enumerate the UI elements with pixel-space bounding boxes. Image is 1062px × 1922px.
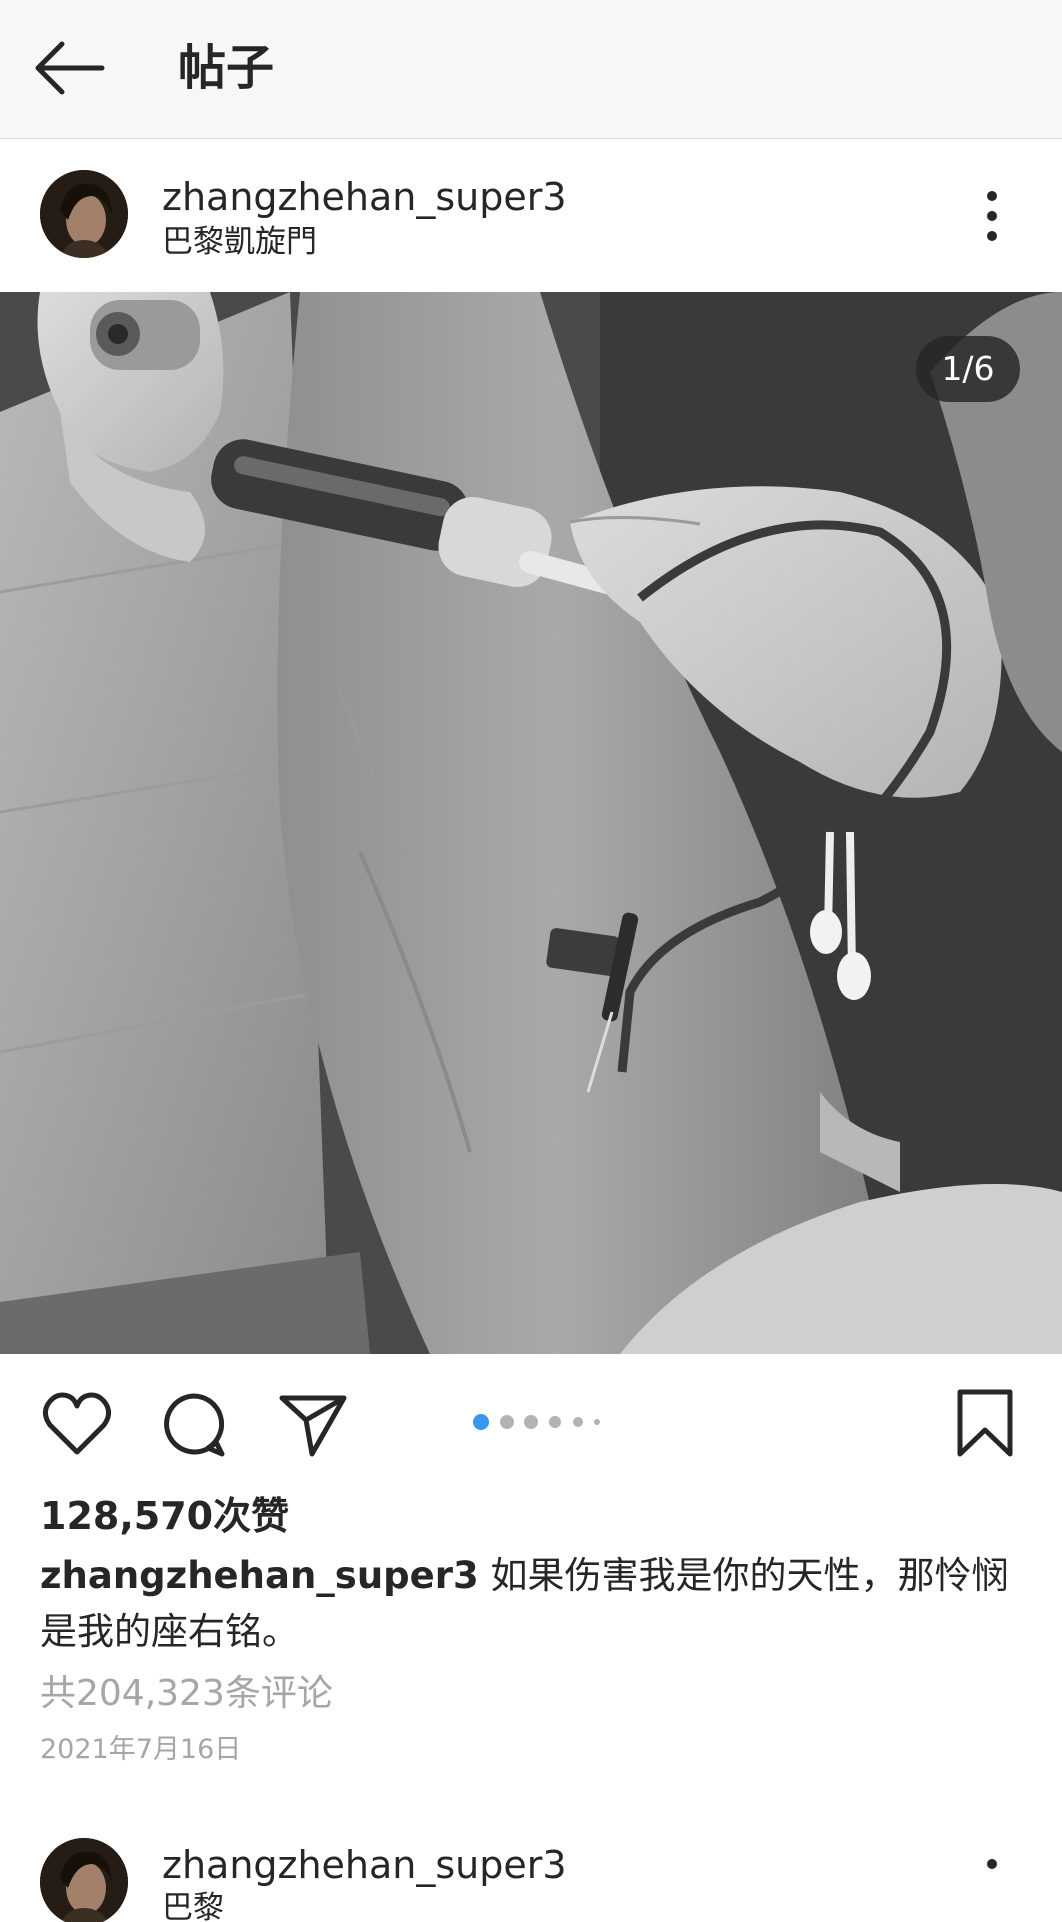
post-location[interactable]: 巴黎凱旋門 — [162, 222, 317, 262]
avatar-portrait — [40, 1838, 128, 1922]
arrow-left-icon[interactable] — [32, 38, 106, 98]
post-header: zhangzhehan_super3 巴黎凱旋門 — [0, 140, 1062, 292]
page-title: 帖子 — [178, 40, 275, 96]
avatar-portrait — [40, 170, 128, 258]
next-post-username[interactable]: zhangzhehan_super3 — [162, 1842, 567, 1888]
post-caption: zhangzhehan_super3 如果伤害我是你的天性，那怜悯是我的座右铭。 — [40, 1548, 1030, 1660]
post-date: 2021年7月16日 — [40, 1734, 242, 1765]
view-comments-link[interactable]: 共204,323条评论 — [40, 1670, 333, 1718]
blood-draw-photo — [0, 292, 1062, 1354]
avatar[interactable] — [40, 1838, 128, 1922]
avatar[interactable] — [40, 170, 128, 258]
more-options-icon[interactable] — [972, 1856, 1012, 1896]
more-options-icon[interactable] — [972, 188, 1012, 244]
post-action-bar — [0, 1354, 1062, 1484]
carousel-indicator — [473, 1414, 600, 1430]
next-post-location[interactable]: 巴黎 — [162, 1888, 224, 1922]
likes-count[interactable]: 128,570次赞 — [40, 1492, 289, 1540]
bookmark-icon[interactable] — [952, 1388, 1018, 1460]
image-counter-badge: 1/6 — [916, 336, 1020, 402]
caption-username[interactable]: zhangzhehan_super3 — [40, 1554, 479, 1597]
next-post-header: zhangzhehan_super3 巴黎 — [0, 1810, 1062, 1922]
share-icon[interactable] — [276, 1388, 350, 1460]
post-username[interactable]: zhangzhehan_super3 — [162, 174, 567, 220]
heart-icon[interactable] — [40, 1388, 114, 1460]
post-photo[interactable]: 1/6 — [0, 292, 1062, 1354]
top-app-bar: 帖子 — [0, 0, 1062, 139]
comment-icon[interactable] — [158, 1388, 230, 1460]
